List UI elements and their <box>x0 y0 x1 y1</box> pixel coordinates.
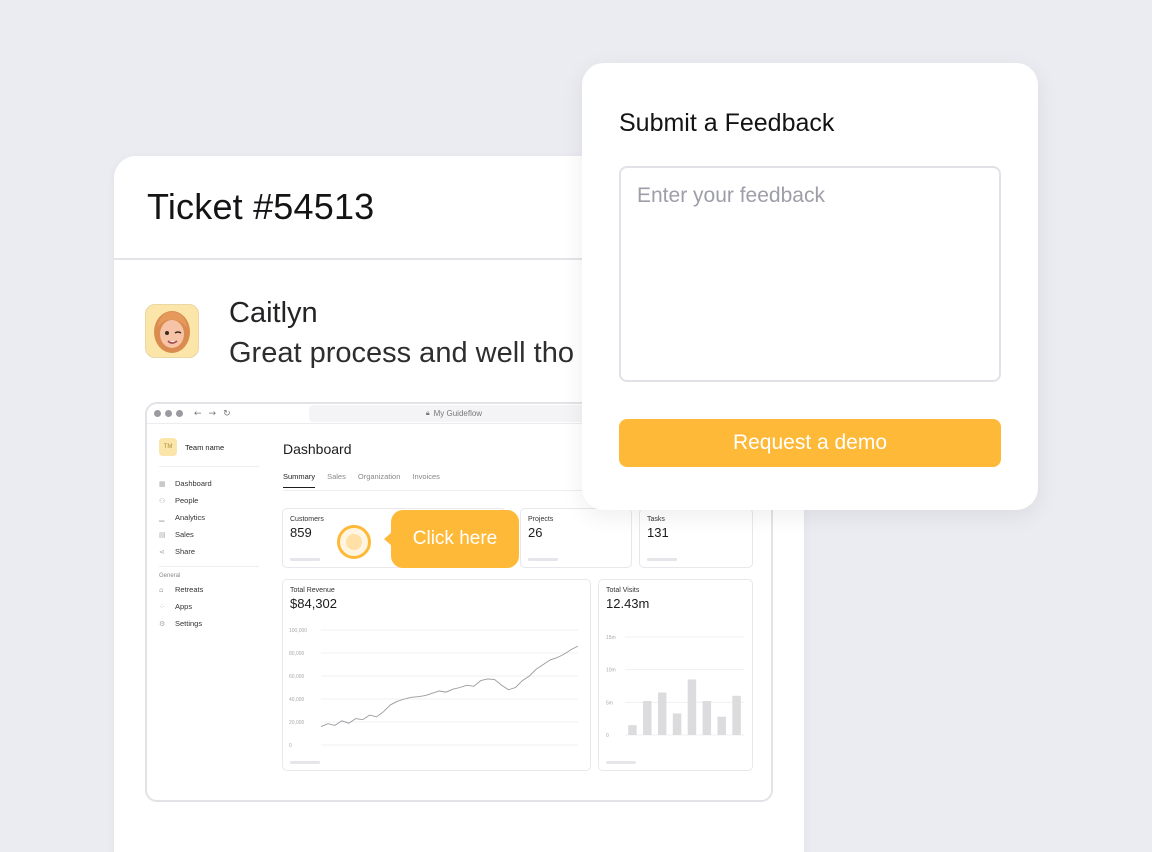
bell-icon: ⌂ <box>159 585 164 594</box>
sidebar-item-label: Retreats <box>175 585 204 594</box>
feedback-card: Submit a Feedback Request a demo <box>582 63 1038 510</box>
sidebar-item-share[interactable]: ⋖ Share <box>159 543 259 560</box>
message-text: Great process and well tho <box>229 337 574 369</box>
sidebar-item-retreats[interactable]: ⌂ Retreats <box>159 581 259 598</box>
y-tick-label: 15m <box>606 635 616 641</box>
visits-bar <box>702 701 712 735</box>
sidebar-item-label: Settings <box>175 619 203 628</box>
window-dot-icon <box>154 410 161 417</box>
revenue-panel: 100,000 80,000 60,000 40,000 20,000 0 Total R… <box>282 579 591 771</box>
visits-bar <box>628 725 637 735</box>
visits-bar <box>643 701 652 735</box>
click-here-tooltip[interactable]: Click here <box>384 510 519 568</box>
people-icon: ⚇ <box>159 496 166 505</box>
sidebar-item-label: Sales <box>175 530 194 539</box>
tab-organization[interactable]: Organization <box>358 472 401 488</box>
sidebar-item-people[interactable]: ⚇ People <box>159 492 259 509</box>
back-arrow-icon[interactable]: ← <box>194 409 202 419</box>
panel-placeholder-bar <box>606 761 636 764</box>
dashboard-title: Dashboard <box>283 441 352 457</box>
feedback-title: Submit a Feedback <box>619 109 835 137</box>
y-tick-label: 0 <box>289 743 292 749</box>
stat-label: Tasks <box>647 516 665 523</box>
visits-bar <box>657 692 667 735</box>
window-dot-icon <box>165 410 172 417</box>
revenue-value: $84,302 <box>290 596 337 611</box>
forward-arrow-icon[interactable]: → <box>209 409 217 419</box>
team-badge: TM <box>159 438 177 456</box>
hotspot-core <box>346 534 362 550</box>
avatar <box>145 304 199 358</box>
y-tick-label: 10m <box>606 668 616 674</box>
message-author: Caitlyn <box>229 297 318 329</box>
y-tick-label: 0 <box>606 733 609 739</box>
visits-panel: 15m 10m 5m 0 Total Visits 12.43m <box>598 579 753 771</box>
visits-bar <box>687 679 697 735</box>
stat-label: Projects <box>528 516 554 523</box>
sidebar-item-apps[interactable]: ⁘ Apps <box>159 598 259 615</box>
visits-value: 12.43m <box>606 596 650 611</box>
tab-invoices[interactable]: Invoices <box>412 472 440 488</box>
guide-hotspot[interactable] <box>337 525 371 559</box>
stat-card-projects: Projects 26 <box>520 508 632 568</box>
grid-icon: ▦ <box>159 479 166 488</box>
stat-placeholder-bar <box>647 558 677 561</box>
visits-label: Total Visits <box>606 587 640 594</box>
y-tick-label: 5m <box>606 700 613 706</box>
sidebar-item-label: Analytics <box>175 513 206 522</box>
lock-icon: 🔒︎ <box>425 409 430 417</box>
stat-card-tasks: Tasks 131 <box>639 508 753 568</box>
stat-value: 131 <box>647 525 669 540</box>
feedback-textarea[interactable] <box>619 166 1001 382</box>
address-bar[interactable]: 🔒︎ My Guideflow <box>309 405 599 422</box>
visits-bar <box>717 716 726 735</box>
reload-icon[interactable]: ↻ <box>223 409 231 419</box>
tab-summary[interactable]: Summary <box>283 472 316 488</box>
sidebar-item-settings[interactable]: ⚙ Settings <box>159 615 259 632</box>
sidebar-item-label: Apps <box>175 602 193 611</box>
avatar-image <box>154 311 190 353</box>
sidebar-divider <box>159 566 259 567</box>
bar-chart-icon: ▁ <box>159 513 165 522</box>
revenue-series-line <box>320 645 579 728</box>
gear-icon: ⚙ <box>159 619 166 628</box>
revenue-label: Total Revenue <box>290 587 335 594</box>
y-tick-label: 100,000 <box>289 628 307 634</box>
window-dot-icon <box>176 410 183 417</box>
dashboard-tabs: Summary Sales Organization Invoices <box>283 472 452 488</box>
receipt-icon: ▤ <box>159 530 166 539</box>
y-tick-label: 40,000 <box>289 697 305 703</box>
y-tick-label: 80,000 <box>289 651 305 657</box>
sidebar-item-label: People <box>175 496 199 505</box>
y-tick-label: 60,000 <box>289 674 305 680</box>
team-switcher[interactable]: TM Team name <box>159 438 259 467</box>
visits-bar <box>672 713 682 735</box>
stat-placeholder-bar <box>290 558 320 561</box>
sidebar-item-label: Dashboard <box>175 479 212 488</box>
ticket-title: Ticket #54513 <box>147 186 375 227</box>
tab-sales[interactable]: Sales <box>327 472 346 488</box>
sidebar-item-analytics[interactable]: ▁ Analytics <box>159 509 259 526</box>
app-sidebar: TM Team name ▦ Dashboard ⚇ People ▁ Analyti… <box>159 438 259 632</box>
stat-placeholder-bar <box>528 558 558 561</box>
stat-value: 26 <box>528 525 543 540</box>
share-icon: ⋖ <box>159 547 165 556</box>
panel-placeholder-bar <box>290 761 320 764</box>
sidebar-item-dashboard[interactable]: ▦ Dashboard <box>159 475 259 492</box>
visits-bar <box>732 695 741 735</box>
sidebar-item-sales[interactable]: ▤ Sales <box>159 526 259 543</box>
sidebar-group-label: General <box>159 573 181 579</box>
apps-icon: ⁘ <box>159 602 165 611</box>
request-demo-button[interactable]: Request a demo <box>619 419 1001 467</box>
address-bar-text: My Guideflow <box>433 409 483 418</box>
team-name: Team name <box>185 442 225 452</box>
y-tick-label: 20,000 <box>289 720 305 726</box>
sidebar-item-label: Share <box>175 547 196 556</box>
ticket-message: Caitlyn Great process and well tho <box>145 297 574 370</box>
